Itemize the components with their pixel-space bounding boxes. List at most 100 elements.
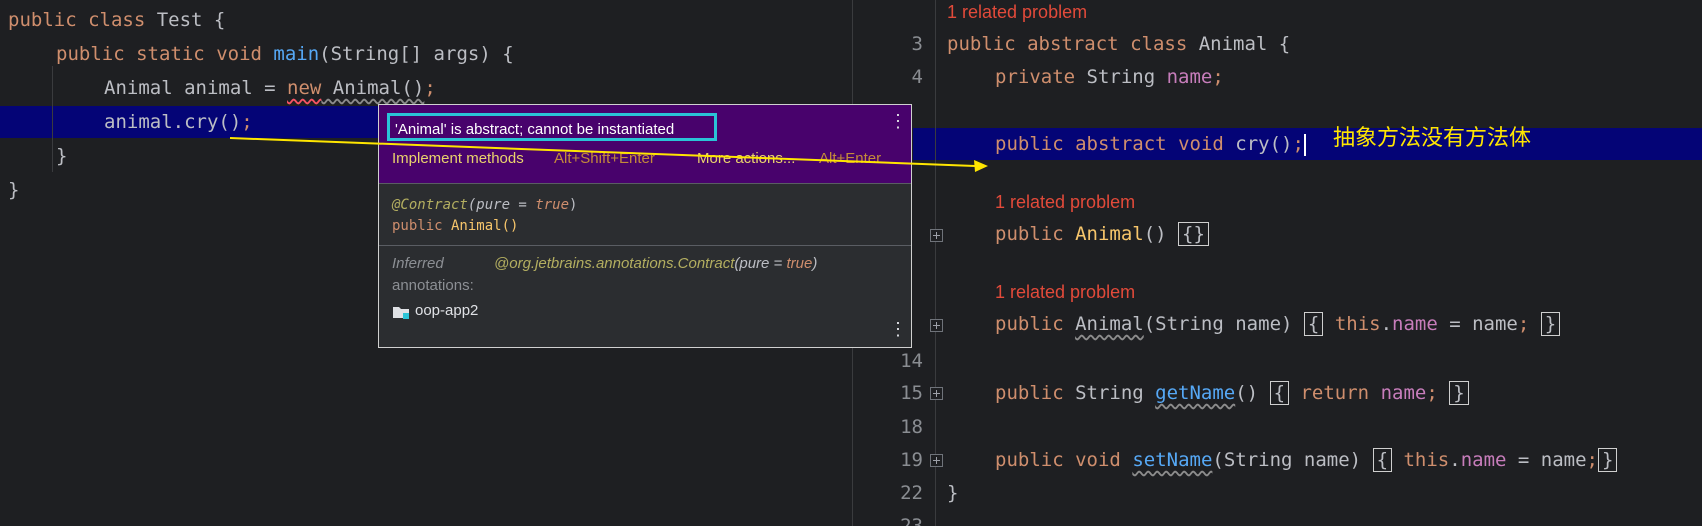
line-number: 22 [900,482,923,504]
line-number: 3 [911,33,923,55]
keyword: public [995,223,1064,245]
code-text: = name [1506,449,1587,471]
constructor-name: Animal [1075,313,1144,335]
keyword: public [995,382,1064,404]
error-keyword[interactable]: new [287,77,321,99]
annotation-note: 抽象方法没有方法体 [1333,126,1532,151]
code-line-current[interactable]: animal.cry(); [104,106,253,138]
related-problem-hint[interactable]: 1 related problem [995,192,1135,213]
more-actions-link[interactable]: More actions... [697,150,795,167]
divider [379,183,911,184]
folded-brace[interactable]: { [1303,312,1324,336]
code-text: (String name) [1212,449,1362,471]
code-text: Animal { [1187,33,1291,55]
keyword: public [947,33,1016,55]
line-number: 23 [900,515,923,526]
line-number: 15 [900,382,923,404]
fold-expand-icon[interactable] [930,229,943,242]
keyword: class [1130,33,1188,55]
code-line[interactable]: public abstract class Animal { [947,28,1290,60]
more-options-icon[interactable]: ⋮ [889,111,907,132]
error-tooltip-popup[interactable]: 'Animal' is abstract; cannot be instanti… [378,104,912,348]
code-line[interactable]: public String getName() { return name; } [995,377,1469,409]
inferred-label: Inferred [392,255,444,272]
code-line[interactable]: public Animal() {} [995,218,1209,250]
code-text: String [1075,66,1167,88]
line-number: 19 [900,449,923,471]
method-name: setName [1132,449,1213,471]
semicolon: ; [1517,313,1530,335]
error-constructor-call[interactable]: Animal() [321,77,425,99]
fold-expand-icon[interactable] [930,319,943,332]
code-line-error[interactable]: Animal animal = new Animal(); [104,72,436,104]
keyword: return [1300,382,1370,404]
keyword: public [995,313,1064,335]
text-caret [1303,133,1306,156]
annotation-value: true [535,197,570,213]
semicolon: ; [1212,66,1224,88]
keyword: void [1075,449,1121,471]
keyword: public [995,449,1064,471]
code-text: . [1449,449,1461,471]
folded-brace[interactable]: } [1449,381,1469,405]
fold-expand-icon[interactable] [930,454,943,467]
field-name: name [1460,449,1507,471]
keyword: static [136,43,205,65]
more-actions-shortcut-hint: Alt+Enter [819,150,882,167]
keyword: void [216,43,262,65]
implement-methods-action[interactable]: Implement methods [392,150,524,167]
code-text: = name [1437,313,1518,335]
code-line-current[interactable]: public abstract void cry(); [995,128,1306,160]
code-line[interactable]: public static void main(String[] args) { [56,38,514,70]
semicolon: ; [1586,449,1598,471]
folded-brace[interactable]: } [1597,448,1618,472]
folded-brace[interactable]: } [1540,312,1561,336]
annotation-args: ) [812,255,818,272]
method-name: getName [1155,382,1236,404]
inferred-annotation[interactable]: @org.jetbrains.annotations.Contract(pure… [494,255,817,272]
code-line[interactable]: public void setName(String name) { this.… [995,444,1618,476]
field-name: name [1166,66,1213,88]
annotation-args: ) [569,197,578,213]
contract-annotation: @Contract(pure = true) [392,197,577,213]
field-name: name [1380,382,1427,404]
module-name[interactable]: oop-app2 [415,302,478,319]
right-editor[interactable]: 1 related problem 3 4 14 15 18 19 22 23 … [852,0,1702,526]
keyword: abstract [1027,33,1119,55]
related-problem-hint[interactable]: 1 related problem [947,2,1087,23]
constructor-name: Animal() [442,218,519,234]
field-name: name [1392,313,1438,335]
code-text: . [1380,313,1393,335]
keyword: public [392,218,443,234]
code-line[interactable]: private String name; [995,61,1224,93]
constructor-name: Animal [1063,223,1144,245]
closing-brace: } [8,179,20,201]
code-text: Test { [145,9,226,31]
annotation-name: @org.jetbrains.annotations.Contract [494,255,735,272]
method-name: main [273,43,320,65]
keyword: public [995,133,1064,155]
more-options-icon[interactable]: ⋮ [889,319,907,340]
error-message: 'Animal' is abstract; cannot be instanti… [387,113,717,141]
closing-brace: } [56,145,68,167]
code-text: Animal animal = [104,77,288,99]
code-text: () [1143,223,1179,245]
fold-expand-icon[interactable] [930,387,943,400]
annotation-name: @Contract [392,197,468,213]
code-line[interactable]: public Animal(String name) { this.name =… [995,308,1561,340]
constructor-signature: public Animal() [392,218,518,234]
keyword: private [995,66,1076,88]
code-text: animal.cry() [104,111,242,133]
folded-brace[interactable]: { [1269,381,1290,405]
keyword: public [8,9,77,31]
folded-brace[interactable]: { [1372,448,1393,472]
code-line[interactable]: public class Test { [8,4,225,36]
related-problem-hint[interactable]: 1 related problem [995,282,1135,303]
code-text: () [1235,382,1259,404]
annotation-args: (pure = [734,255,787,272]
folded-body[interactable]: {} [1178,222,1209,246]
keyword: public [56,43,125,65]
gutter-divider [935,0,936,526]
folder-module-icon [392,304,410,320]
keyword: abstract [1075,133,1167,155]
